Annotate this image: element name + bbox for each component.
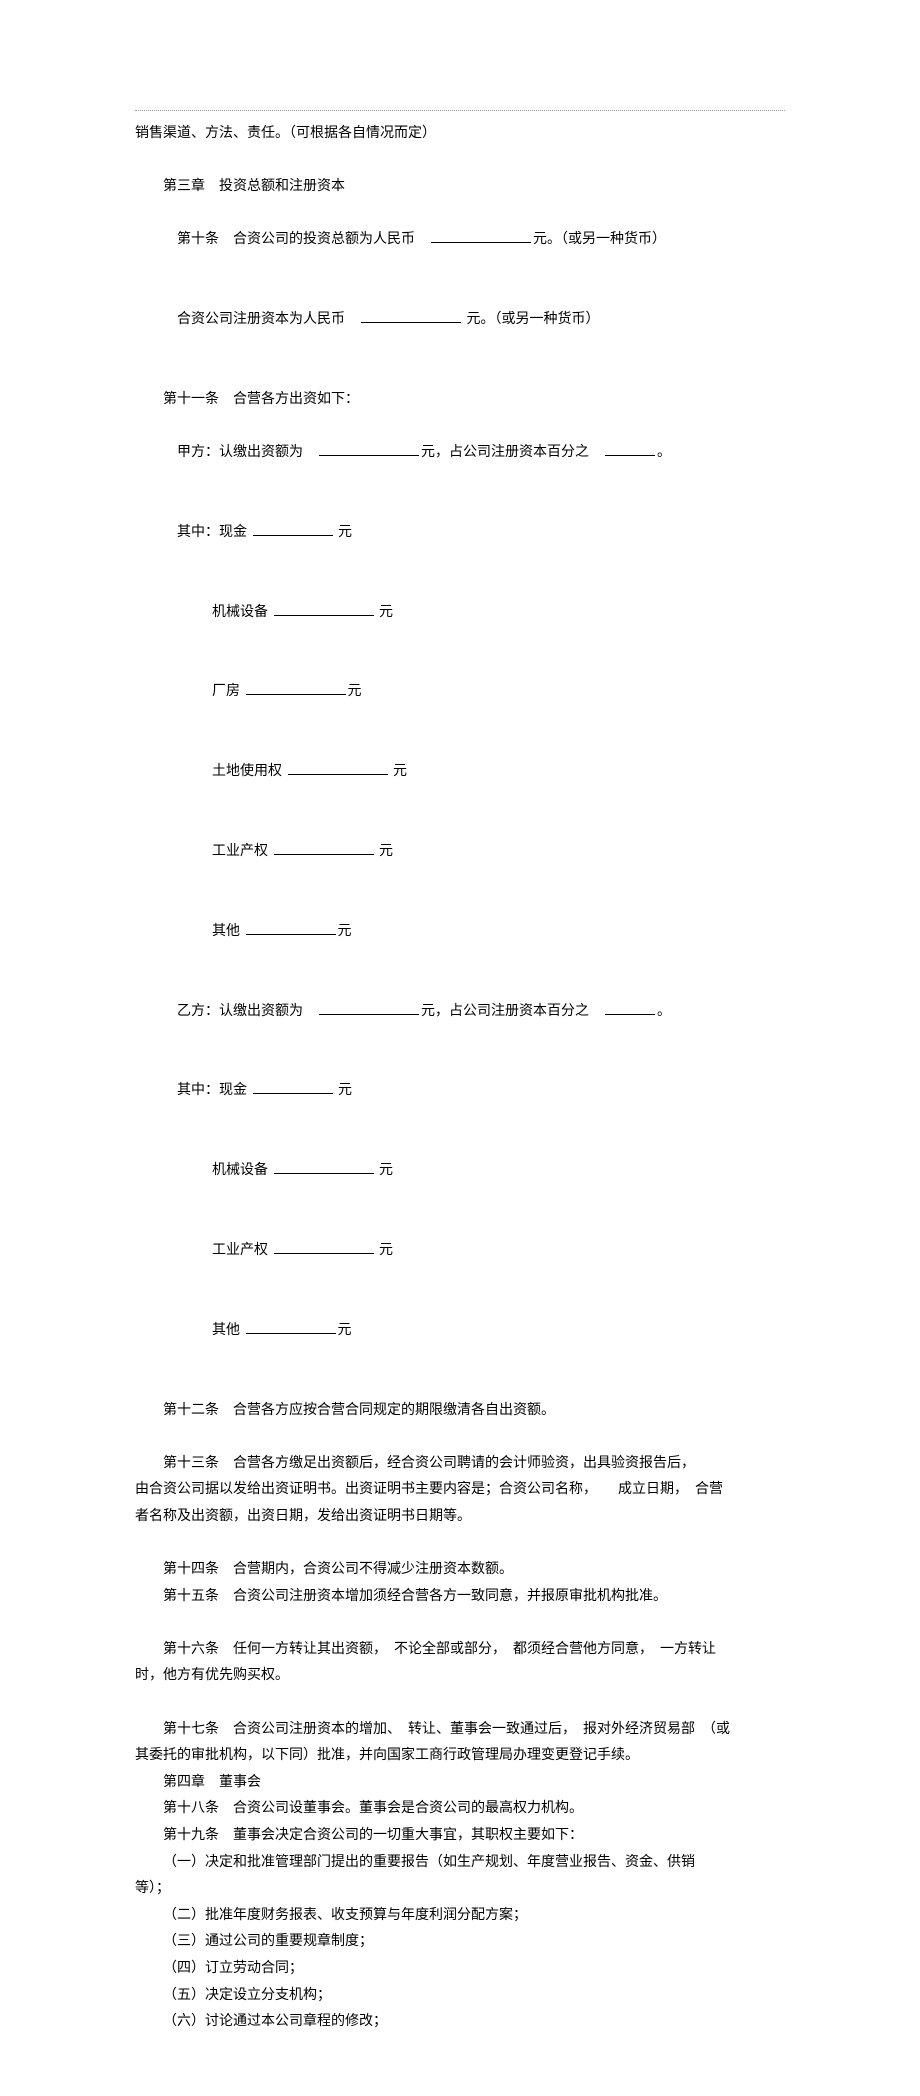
text: 元，占公司注册资本百分之 bbox=[421, 445, 603, 460]
text: 元 bbox=[390, 764, 408, 779]
blank-field[interactable] bbox=[288, 760, 388, 775]
list-item: 其他 元 bbox=[135, 892, 785, 972]
list-item: 土地使用权 元 bbox=[135, 733, 785, 813]
article-line: 合资公司注册资本为人民币 元。（或另一种货币） bbox=[135, 281, 785, 361]
blank-field[interactable] bbox=[605, 1000, 655, 1015]
article-line: 第十八条 合资公司设董事会。董事会是合资公司的最高权力机构。 bbox=[135, 1796, 785, 1823]
list-item: 厂房 元 bbox=[135, 653, 785, 733]
blank-line bbox=[135, 360, 785, 387]
article-line: 第十一条 合营各方出资如下： bbox=[135, 387, 785, 414]
text: 元 bbox=[376, 844, 394, 859]
list-item: （三）通过公司的重要规章制度； bbox=[135, 1929, 785, 1956]
article-line: 第十二条 合营各方应按合营合同规定的期限缴清各自出资额。 bbox=[135, 1398, 785, 1425]
list-item: （二）批准年度财务报表、收支预算与年度利润分配方案； bbox=[135, 1903, 785, 1930]
blank-field[interactable] bbox=[246, 680, 346, 695]
text: 。 bbox=[657, 1004, 671, 1019]
text: 元，占公司注册资本百分之 bbox=[421, 1004, 603, 1019]
chapter-heading: 第三章 投资总额和注册资本 bbox=[135, 174, 785, 201]
document-page: 销售渠道、方法、责任。（可根据各自情况而定） 第三章 投资总额和注册资本 第十条… bbox=[0, 0, 920, 2096]
text: 机械设备 bbox=[212, 605, 272, 620]
list-item: 其中：现金 元 bbox=[135, 493, 785, 573]
article-line: 其委托的审批机构，以下同）批准，并向国家工商行政管理局办理变更登记手续。 bbox=[135, 1743, 785, 1770]
text: 工业产权 bbox=[212, 1243, 272, 1258]
text: 其他 bbox=[212, 1323, 244, 1338]
article-line: 第十九条 董事会决定合资公司的一切重大事宜，其职权主要如下： bbox=[135, 1823, 785, 1850]
blank-line bbox=[135, 148, 785, 175]
text: 其他 bbox=[212, 924, 244, 939]
text: 元 bbox=[348, 684, 362, 699]
list-item: 工业产权 元 bbox=[135, 812, 785, 892]
text: 元。（或另一种货币） bbox=[533, 232, 666, 247]
blank-field[interactable] bbox=[246, 920, 336, 935]
article-line: 者名称及出资额，出资日期，发给出资证明书日期等。 bbox=[135, 1504, 785, 1531]
text: 元 bbox=[338, 924, 352, 939]
blank-field[interactable] bbox=[431, 228, 531, 243]
blank-field[interactable] bbox=[274, 1239, 374, 1254]
list-item: 其他 元 bbox=[135, 1291, 785, 1371]
article-line: 第十六条 任何一方转让其出资额， 不论全部或部分， 都须经合营他方同意， 一方转… bbox=[135, 1637, 785, 1664]
text: 其中：现金 bbox=[177, 525, 251, 540]
dotted-divider bbox=[135, 110, 785, 111]
text: 元 bbox=[376, 1163, 394, 1178]
blank-line bbox=[135, 1371, 785, 1398]
blank-field[interactable] bbox=[319, 441, 419, 456]
text: 元 bbox=[335, 525, 353, 540]
blank-field[interactable] bbox=[319, 1000, 419, 1015]
list-item: 工业产权 元 bbox=[135, 1211, 785, 1291]
chapter-heading: 第四章 董事会 bbox=[135, 1770, 785, 1797]
text: 工业产权 bbox=[212, 844, 272, 859]
blank-line bbox=[135, 1530, 785, 1557]
blank-line bbox=[135, 1424, 785, 1451]
list-item: 等）； bbox=[135, 1876, 785, 1903]
blank-field[interactable] bbox=[361, 308, 461, 323]
text: 元。（或另一种货币） bbox=[463, 312, 600, 327]
text: 元 bbox=[376, 1243, 394, 1258]
text: 甲方：认缴出资额为 bbox=[177, 445, 317, 460]
list-item: （四）订立劳动合同； bbox=[135, 1956, 785, 1983]
blank-field[interactable] bbox=[274, 601, 374, 616]
text: 元 bbox=[338, 1323, 352, 1338]
article-line: 第十三条 合营各方缴足出资额后，经合资公司聘请的会计师验资，出具验资报告后， bbox=[135, 1451, 785, 1478]
blank-line bbox=[135, 1610, 785, 1637]
list-item: （五）决定设立分支机构； bbox=[135, 1983, 785, 2010]
blank-field[interactable] bbox=[274, 840, 374, 855]
list-item: 其中：现金 元 bbox=[135, 1052, 785, 1132]
text: 。 bbox=[657, 445, 671, 460]
list-item: （一）决定和批准管理部门提出的重要报告（如生产规划、年度营业报告、资金、供销 bbox=[135, 1850, 785, 1877]
list-item: （六）讨论通过本公司章程的修改； bbox=[135, 2009, 785, 2036]
text: 元 bbox=[335, 1083, 353, 1098]
article-line: 第十条 合资公司的投资总额为人民币 元。（或另一种货币） bbox=[135, 201, 785, 281]
text: 机械设备 bbox=[212, 1163, 272, 1178]
article-line: 由合资公司据以发给出资证明书。出资证明书主要内容是；合资公司名称， 成立日期， … bbox=[135, 1477, 785, 1504]
party-a-line: 甲方：认缴出资额为 元，占公司注册资本百分之 。 bbox=[135, 414, 785, 494]
blank-field[interactable] bbox=[605, 441, 655, 456]
article-line: 第十七条 合资公司注册资本的增加、 转让、董事会一致通过后， 报对外经济贸易部 … bbox=[135, 1717, 785, 1744]
text: 土地使用权 bbox=[212, 764, 286, 779]
article-line: 时，他方有优先购买权。 bbox=[135, 1663, 785, 1690]
list-item: 机械设备 元 bbox=[135, 1132, 785, 1212]
party-b-line: 乙方：认缴出资额为 元，占公司注册资本百分之 。 bbox=[135, 972, 785, 1052]
text: 第十条 合资公司的投资总额为人民币 bbox=[177, 232, 429, 247]
text: 其中：现金 bbox=[177, 1083, 251, 1098]
article-line: 第十五条 合资公司注册资本增加须经合营各方一致同意，并报原审批机构批准。 bbox=[135, 1584, 785, 1611]
body-line: 销售渠道、方法、责任。（可根据各自情况而定） bbox=[135, 121, 785, 148]
blank-field[interactable] bbox=[253, 521, 333, 536]
text: 乙方：认缴出资额为 bbox=[177, 1004, 317, 1019]
text: 合资公司注册资本为人民币 bbox=[177, 312, 359, 327]
blank-field[interactable] bbox=[274, 1159, 374, 1174]
list-item: 机械设备 元 bbox=[135, 573, 785, 653]
text: 元 bbox=[376, 605, 394, 620]
text: 厂房 bbox=[212, 684, 244, 699]
blank-line bbox=[135, 1690, 785, 1717]
article-line: 第十四条 合营期内，合资公司不得减少注册资本数额。 bbox=[135, 1557, 785, 1584]
blank-field[interactable] bbox=[246, 1319, 336, 1334]
blank-field[interactable] bbox=[253, 1079, 333, 1094]
